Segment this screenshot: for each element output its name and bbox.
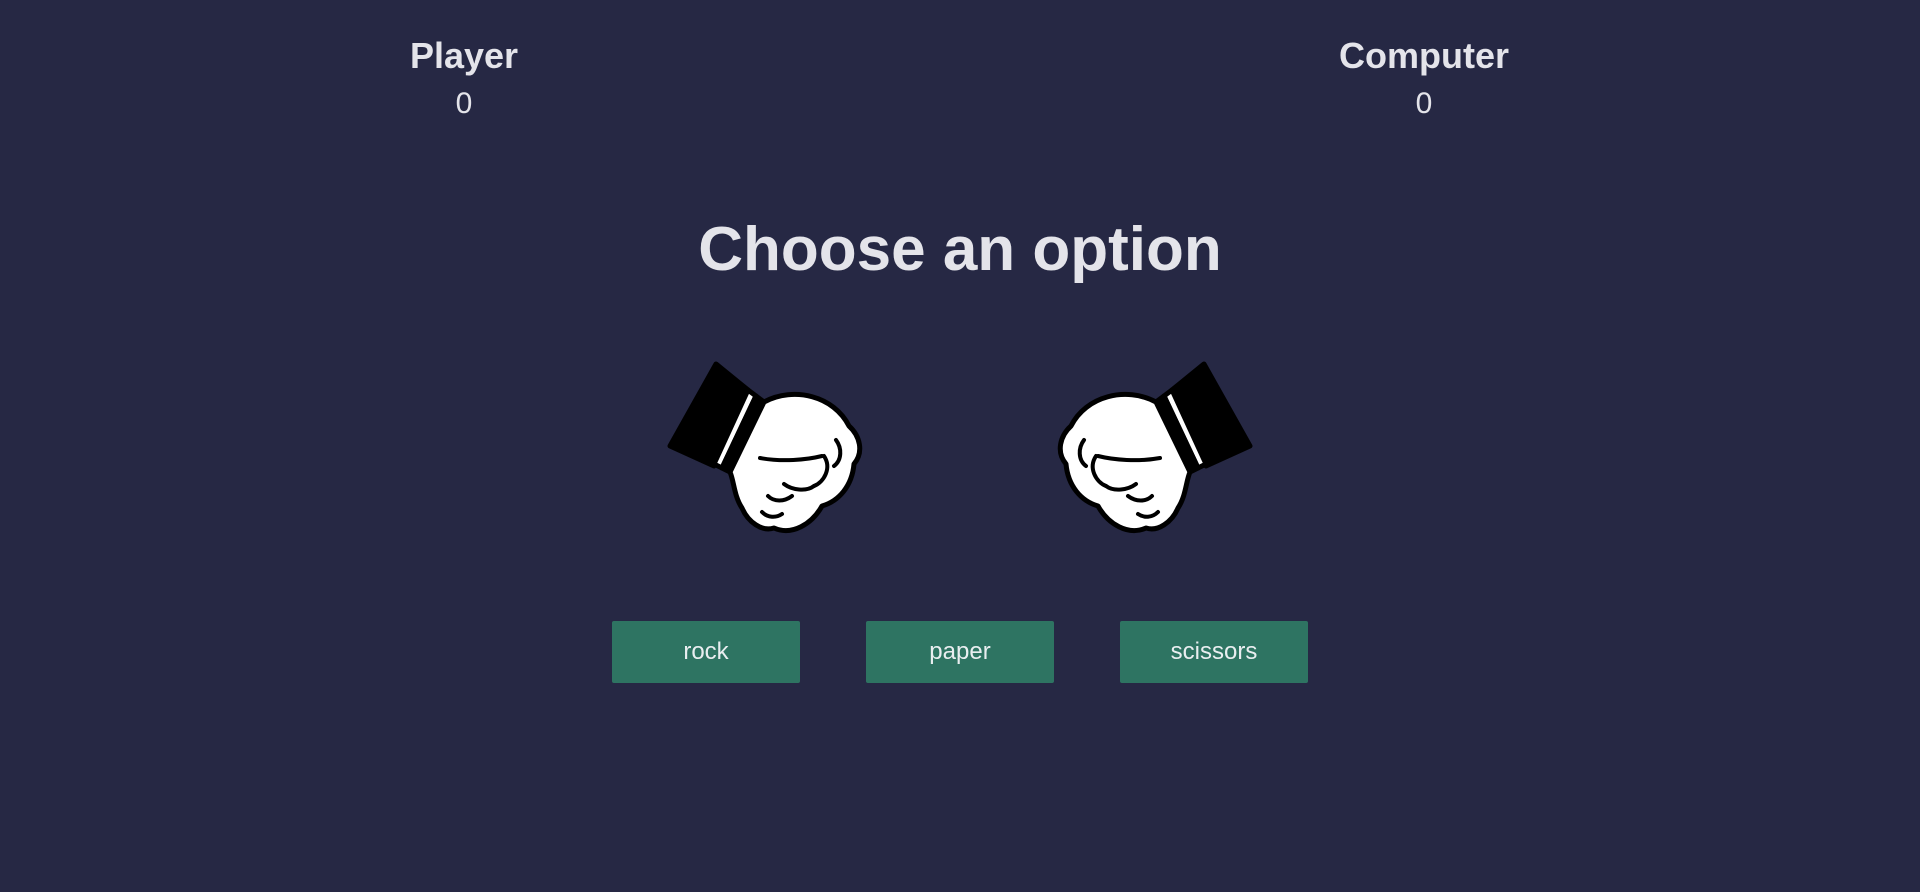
scissors-button[interactable]: scissors: [1120, 621, 1308, 683]
choice-buttons: rock paper scissors: [0, 621, 1920, 683]
paper-button[interactable]: paper: [866, 621, 1054, 683]
computer-label: Computer: [1339, 35, 1509, 76]
choose-option-heading: Choose an option: [698, 215, 1222, 284]
rock-button[interactable]: rock: [612, 621, 800, 683]
computer-score: 0: [1415, 87, 1433, 120]
player-rock-fist-icon: [664, 356, 874, 546]
player-scoreboard: Player 0: [334, 34, 594, 122]
game-screen: Player 0 Computer 0 Choose an option roc…: [0, 0, 1920, 892]
player-label: Player: [409, 35, 519, 76]
computer-rock-fist-icon: [1046, 356, 1256, 546]
computer-scoreboard: Computer 0: [1294, 34, 1554, 122]
player-score: 0: [455, 87, 473, 120]
